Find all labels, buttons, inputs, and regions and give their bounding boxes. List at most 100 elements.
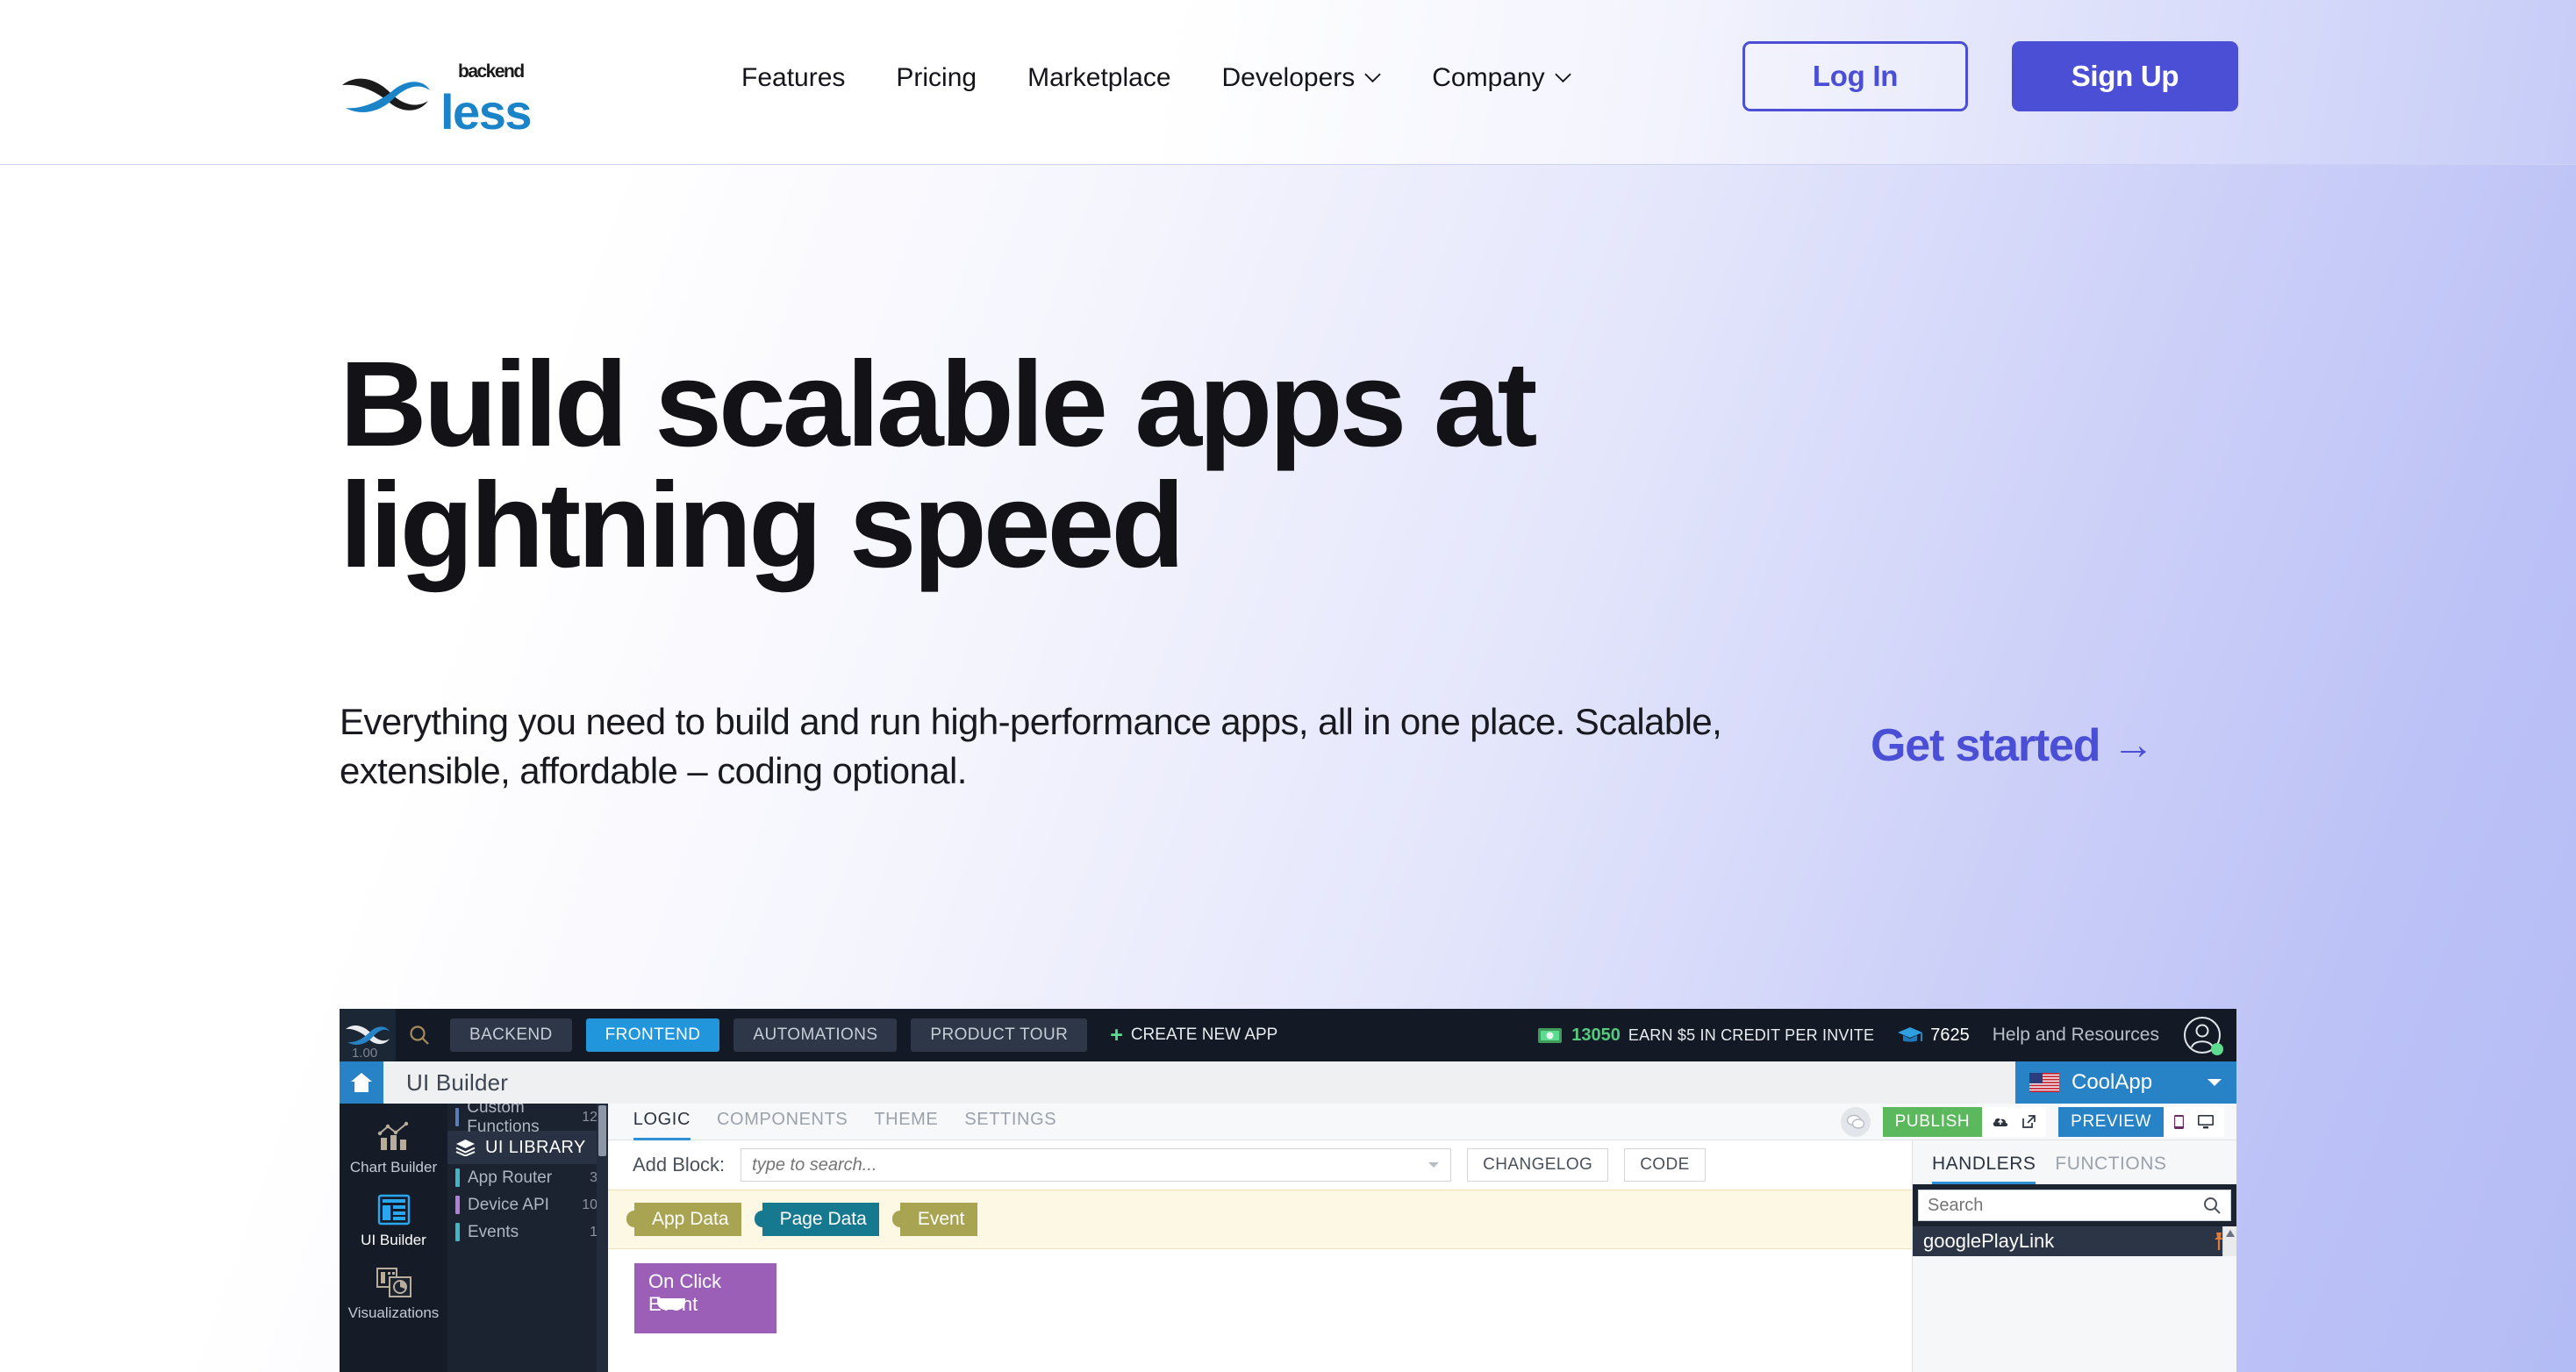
get-started-link[interactable]: Get started → xyxy=(1871,719,2154,772)
tab-settings[interactable]: SETTINGS xyxy=(964,1110,1056,1140)
app-selector[interactable]: CoolApp xyxy=(2015,1061,2236,1104)
nav-item-company[interactable]: Company xyxy=(1432,63,1571,93)
login-button[interactable]: Log In xyxy=(1742,41,1968,111)
color-bar xyxy=(455,1108,460,1126)
block-on-click-event[interactable]: On Click Event xyxy=(634,1263,776,1323)
chevron-up-icon[interactable] xyxy=(2225,1229,2236,1238)
chevron-down-icon xyxy=(1364,73,1381,83)
handlers-panel: HANDLERS FUNCTIONS googlePlayLink xyxy=(1912,1140,2236,1372)
app-left-sidebar: Chart Builder UI Builder Visualizations xyxy=(340,1104,447,1372)
cloud-upload-icon[interactable] xyxy=(1992,1115,2009,1129)
code-button[interactable]: CODE xyxy=(1624,1148,1706,1182)
top-tab-frontend[interactable]: FRONTEND xyxy=(585,1018,720,1052)
user-avatar[interactable] xyxy=(2182,1015,2223,1055)
ui-builder-icon xyxy=(374,1192,414,1227)
hero-title-line2: lightning speed xyxy=(340,458,1185,593)
sidebar-item-visualizations[interactable]: Visualizations xyxy=(340,1265,447,1322)
logic-tree-panel: Custom Functions 12 UI LIBRARY App Route… xyxy=(447,1104,608,1372)
publish-label: PUBLISH xyxy=(1894,1111,1971,1131)
handler-label: googlePlayLink xyxy=(1923,1230,2055,1252)
handlers-search-wrap xyxy=(1913,1184,2236,1226)
landing-page: backend less Features Pricing Marketplace… xyxy=(0,0,2576,1372)
handlers-scrollbar[interactable] xyxy=(2222,1226,2236,1256)
page-title: UI Builder xyxy=(406,1068,509,1096)
app-logo[interactable]: 1.00 xyxy=(340,1009,396,1061)
tree-item-app-router[interactable]: App Router 3 xyxy=(447,1164,608,1191)
create-new-app-label: CREATE NEW APP xyxy=(1130,1025,1278,1044)
color-bar xyxy=(455,1196,460,1214)
product-screenshot: 1.00 BACKEND FRONTEND AUTOMATIONS PRODUC… xyxy=(340,1009,2236,1372)
tree-item-label: Events xyxy=(468,1222,519,1241)
graduation-cap-icon xyxy=(1898,1027,1923,1042)
tree-scrollbar[interactable] xyxy=(597,1104,608,1372)
home-button[interactable] xyxy=(340,1061,383,1104)
create-new-app-button[interactable]: + CREATE NEW APP xyxy=(1110,1022,1278,1047)
handlers-search-input[interactable] xyxy=(1928,1195,2202,1216)
chevron-down-icon xyxy=(1554,73,1571,83)
handlers-search[interactable] xyxy=(1918,1190,2231,1221)
tab-logic[interactable]: LOGIC xyxy=(633,1110,691,1140)
nav-item-features[interactable]: Features xyxy=(741,63,845,93)
tree-item-count: 10 xyxy=(582,1197,597,1212)
nav-item-marketplace[interactable]: Marketplace xyxy=(1027,63,1170,93)
sidebar-label: UI Builder xyxy=(361,1232,426,1248)
add-block-search-input[interactable] xyxy=(752,1154,1428,1175)
add-block-search[interactable] xyxy=(741,1148,1452,1182)
backendless-logo[interactable]: backend less xyxy=(339,54,536,137)
sidebar-item-ui-builder[interactable]: UI Builder xyxy=(340,1192,447,1249)
logo-text-less: less xyxy=(440,84,533,139)
search-icon[interactable] xyxy=(2202,1196,2222,1215)
color-bar xyxy=(455,1168,460,1187)
chat-button[interactable] xyxy=(1840,1106,1871,1137)
nav-label: Features xyxy=(741,63,846,92)
tab-theme[interactable]: THEME xyxy=(874,1110,938,1140)
tree-item-device-api[interactable]: Device API 10 xyxy=(447,1191,608,1218)
top-tab-backend[interactable]: BACKEND xyxy=(450,1018,572,1052)
plus-icon: + xyxy=(1110,1022,1123,1047)
tree-item-custom-functions[interactable]: Custom Functions 12 xyxy=(447,1104,608,1136)
context-blocks-strip: App Data Page Data Event hide context bl… xyxy=(608,1190,1912,1284)
block-page-data[interactable]: Page Data xyxy=(754,1203,879,1236)
block-app-data[interactable]: App Data xyxy=(626,1203,741,1236)
desktop-icon[interactable] xyxy=(2197,1114,2215,1129)
app-version: 1.00 xyxy=(352,1046,378,1061)
nav-item-pricing[interactable]: Pricing xyxy=(896,63,977,93)
tab-handlers[interactable]: HANDLERS xyxy=(1932,1154,2036,1184)
credit-indicator[interactable]: 13050 EARN $5 IN CREDIT PER INVITE xyxy=(1537,1025,1874,1046)
nav-item-developers[interactable]: Developers xyxy=(1222,63,1382,93)
app-subheader: UI Builder CoolApp xyxy=(340,1061,2236,1104)
top-tab-automations[interactable]: AUTOMATIONS xyxy=(733,1018,898,1052)
credit-count: 13050 xyxy=(1571,1025,1621,1045)
block-event[interactable]: Event xyxy=(891,1203,977,1236)
tree-item-events[interactable]: Events 1 xyxy=(447,1218,608,1246)
blockly-canvas[interactable]: On Click Event xyxy=(608,1249,1912,1337)
hero-title: Build scalable apps at lightning speed xyxy=(340,344,2007,586)
preview-icons xyxy=(2164,1106,2224,1137)
help-and-resources-link[interactable]: Help and Resources xyxy=(1993,1025,2159,1046)
handlers-panel-tabs: HANDLERS FUNCTIONS xyxy=(1913,1140,2236,1184)
logo-wordmark: backend less xyxy=(440,54,536,137)
chevron-down-icon[interactable] xyxy=(1428,1161,1440,1169)
external-link-icon[interactable] xyxy=(2021,1114,2036,1129)
signup-button[interactable]: Sign Up xyxy=(2012,41,2238,111)
sidebar-item-chart-builder[interactable]: Chart Builder xyxy=(340,1119,447,1176)
search-icon[interactable] xyxy=(408,1024,431,1047)
tree-scrollbar-thumb[interactable] xyxy=(598,1105,606,1156)
tab-components[interactable]: COMPONENTS xyxy=(717,1110,848,1140)
builder-actions: PUBLISH PREVIEW xyxy=(1840,1106,2236,1137)
education-indicator[interactable]: 7625 xyxy=(1897,1025,1970,1046)
nav-label: Company xyxy=(1432,63,1545,92)
mobile-icon[interactable] xyxy=(2173,1114,2185,1130)
preview-button-group[interactable]: PREVIEW xyxy=(2058,1106,2224,1137)
visualizations-icon xyxy=(374,1265,414,1300)
home-icon xyxy=(351,1073,372,1092)
chevron-down-icon xyxy=(2207,1078,2222,1086)
credit-label: EARN $5 IN CREDIT PER INVITE xyxy=(1628,1025,1875,1044)
changelog-button[interactable]: CHANGELOG xyxy=(1467,1148,1609,1182)
cta-label: Get started xyxy=(1871,720,2101,771)
top-tab-product-tour[interactable]: PRODUCT TOUR xyxy=(911,1018,1088,1052)
tab-functions[interactable]: FUNCTIONS xyxy=(2055,1154,2166,1184)
publish-button-group[interactable]: PUBLISH xyxy=(1882,1106,2047,1137)
money-icon xyxy=(1538,1028,1563,1043)
handler-item-googleplaylink[interactable]: googlePlayLink xyxy=(1913,1226,2236,1256)
